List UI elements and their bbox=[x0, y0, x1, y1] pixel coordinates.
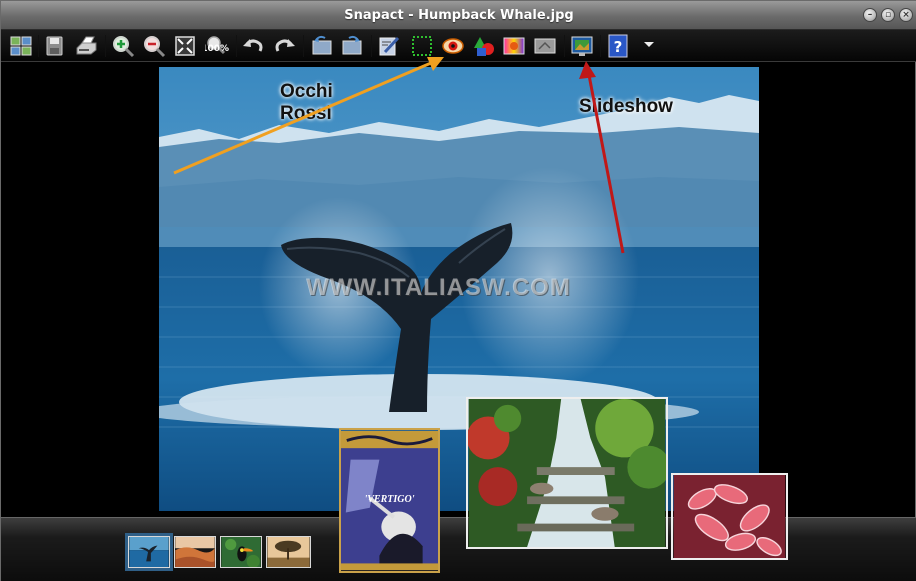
thumbnail-tree-sunset[interactable] bbox=[266, 536, 311, 568]
help-button[interactable]: ? bbox=[606, 34, 630, 58]
svg-text:?: ? bbox=[614, 38, 623, 56]
actual-size-button[interactable]: 100% bbox=[205, 34, 229, 58]
more-button[interactable] bbox=[639, 34, 663, 58]
slideshow-annotation: Slideshow bbox=[579, 96, 673, 117]
rotate-left-button[interactable] bbox=[310, 34, 334, 58]
tree-thumbnail-image bbox=[267, 537, 310, 567]
edit-icon bbox=[379, 36, 400, 56]
printer-icon bbox=[76, 36, 97, 55]
watermark-text: WWW.ITALIASW.COM bbox=[306, 274, 571, 301]
undo-button[interactable] bbox=[241, 34, 265, 58]
window-title: Snapact - Humpback Whale.jpg bbox=[344, 8, 574, 23]
svg-text:100%: 100% bbox=[205, 44, 229, 54]
resize-button[interactable] bbox=[533, 34, 557, 58]
zoom-in-icon bbox=[113, 36, 135, 58]
effects-icon bbox=[503, 37, 525, 55]
dropdown-arrow-icon bbox=[644, 42, 654, 47]
actual-size-icon: 100% bbox=[205, 36, 229, 55]
close-icon: × bbox=[902, 9, 910, 20]
vertigo-poster-image: 'VERTIGO' bbox=[339, 428, 440, 573]
crop-button[interactable] bbox=[410, 34, 434, 58]
save-button[interactable] bbox=[43, 34, 67, 58]
crop-icon bbox=[412, 36, 432, 56]
thumbnail-toucan[interactable] bbox=[220, 536, 262, 568]
app-window: Snapact - Humpback Whale.jpg – ▫ × 00% ?… bbox=[0, 0, 916, 581]
zoom-in-button[interactable] bbox=[111, 34, 135, 58]
red-eye-annotation-line2: Rossi bbox=[280, 103, 332, 124]
help-icon: ? bbox=[608, 34, 628, 58]
fit-window-icon bbox=[175, 36, 195, 56]
toolbar: 100% bbox=[1, 30, 916, 62]
waterfall-artwork bbox=[468, 399, 666, 547]
maximize-button[interactable]: ▫ bbox=[881, 8, 895, 22]
redo-icon bbox=[275, 39, 295, 52]
print-button[interactable] bbox=[74, 34, 98, 58]
thumbnails-icon bbox=[10, 36, 32, 56]
desert-thumbnail-image bbox=[175, 537, 215, 567]
frosted-leaves-photo bbox=[671, 473, 788, 560]
save-icon bbox=[46, 36, 63, 56]
color-adjust-button[interactable] bbox=[472, 34, 496, 58]
waterfall-photo bbox=[466, 397, 668, 549]
fit-to-window-button[interactable] bbox=[173, 34, 197, 58]
red-eye-annotation-line1: Occhi bbox=[280, 81, 333, 102]
title-bar[interactable]: Snapact - Humpback Whale.jpg – ▫ × bbox=[1, 1, 916, 30]
red-eye-annotation: Occhi Rossi bbox=[280, 81, 333, 125]
resize-icon bbox=[534, 38, 556, 54]
rotate-right-icon bbox=[342, 35, 362, 55]
toucan-thumbnail-image bbox=[221, 537, 261, 567]
effects-button[interactable] bbox=[502, 34, 526, 58]
eye-icon bbox=[442, 38, 464, 54]
slideshow-icon bbox=[571, 36, 593, 56]
rotate-right-button[interactable] bbox=[340, 34, 364, 58]
minimize-button[interactable]: – bbox=[863, 8, 877, 22]
red-eye-button[interactable] bbox=[441, 34, 465, 58]
minimize-icon: – bbox=[867, 9, 873, 20]
zoom-out-icon bbox=[144, 36, 166, 58]
vertigo-movie-title: 'VERTIGO' bbox=[364, 494, 415, 505]
maximize-icon: ▫ bbox=[884, 9, 892, 20]
color-shapes-icon bbox=[474, 37, 494, 56]
rotate-left-icon bbox=[312, 35, 332, 55]
close-button[interactable]: × bbox=[899, 8, 913, 22]
redo-button[interactable] bbox=[273, 34, 297, 58]
edit-button[interactable] bbox=[377, 34, 401, 58]
undo-icon bbox=[243, 39, 263, 52]
slideshow-button[interactable] bbox=[570, 34, 594, 58]
whale-thumbnail-image bbox=[129, 537, 169, 567]
browse-thumbnails-button[interactable] bbox=[9, 34, 33, 58]
frosted-leaves-artwork bbox=[673, 475, 786, 558]
thumbnail-humpback-whale[interactable] bbox=[125, 533, 173, 571]
thumbnail-desert-dunes[interactable] bbox=[174, 536, 216, 568]
zoom-out-button[interactable] bbox=[142, 34, 166, 58]
